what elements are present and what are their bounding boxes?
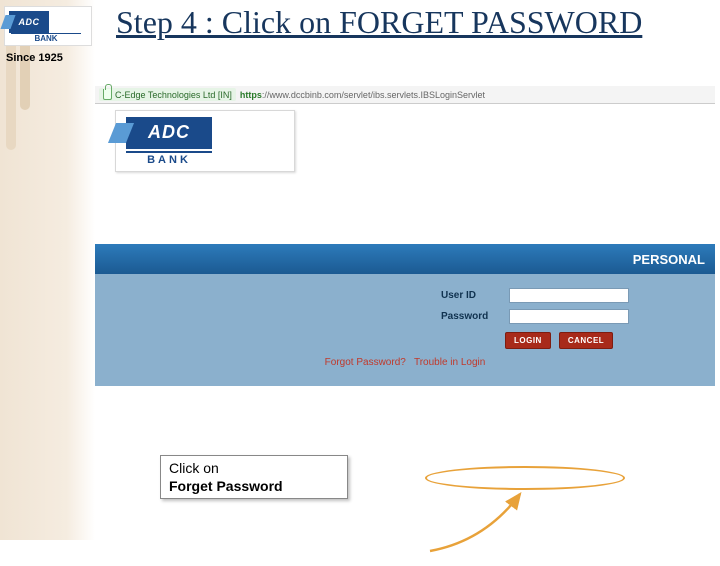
site-logo: ADC BANK	[115, 110, 295, 172]
cert-label: C-Edge Technologies Ltd [IN]	[115, 90, 232, 100]
user-id-row: User ID	[441, 288, 715, 303]
login-button[interactable]: LOGIN	[505, 332, 551, 349]
address-bar: C-Edge Technologies Ltd [IN] https://www…	[95, 86, 715, 104]
callout-line2: Forget Password	[169, 478, 339, 496]
adc-badge-large-icon: ADC	[126, 117, 212, 149]
callout-line1: Click on	[169, 460, 339, 478]
slide-sidebar: ADC BANK Since 1925	[0, 0, 95, 540]
adc-badge-icon: ADC	[9, 11, 49, 33]
password-input[interactable]	[509, 309, 629, 324]
instruction-callout: Click on Forget Password	[160, 455, 348, 499]
login-header: PERSONAL	[95, 244, 715, 274]
helper-links: Forgot Password? Trouble in Login	[95, 357, 715, 376]
login-body: User ID Password LOGIN CANCEL Forgot Pas…	[95, 274, 715, 386]
lock-icon	[103, 89, 112, 100]
browser-screenshot: C-Edge Technologies Ltd [IN] https://www…	[95, 86, 715, 466]
adc-logo-small: ADC BANK	[4, 6, 92, 46]
password-row: Password	[441, 309, 715, 324]
highlight-ellipse-icon	[425, 466, 625, 490]
url-scheme: https	[240, 90, 262, 100]
forgot-password-link[interactable]: Forgot Password?	[325, 357, 406, 368]
button-row: LOGIN CANCEL	[505, 332, 715, 349]
user-id-label: User ID	[441, 290, 501, 301]
step-title: Step 4 : Click on FORGET PASSWORD	[116, 4, 642, 41]
logo-text: ADC	[19, 17, 40, 27]
since-label: Since 1925	[6, 52, 63, 64]
password-label: Password	[441, 311, 501, 322]
callout-arrow-icon	[425, 486, 545, 566]
site-logo-sub: BANK	[126, 151, 212, 166]
logo-subtext: BANK	[11, 33, 81, 43]
ssl-cert-badge: C-Edge Technologies Ltd [IN]	[99, 88, 236, 101]
url-display: https://www.dccbinb.com/servlet/ibs.serv…	[240, 90, 485, 100]
user-id-input[interactable]	[509, 288, 629, 303]
trouble-login-link[interactable]: Trouble in Login	[414, 357, 485, 368]
cancel-button[interactable]: CANCEL	[559, 332, 613, 349]
url-path: ://www.dccbinb.com/servlet/ibs.servlets.…	[262, 90, 485, 100]
login-section: PERSONAL User ID Password LOGIN CANCEL F…	[95, 244, 715, 386]
site-logo-text: ADC	[148, 122, 190, 143]
